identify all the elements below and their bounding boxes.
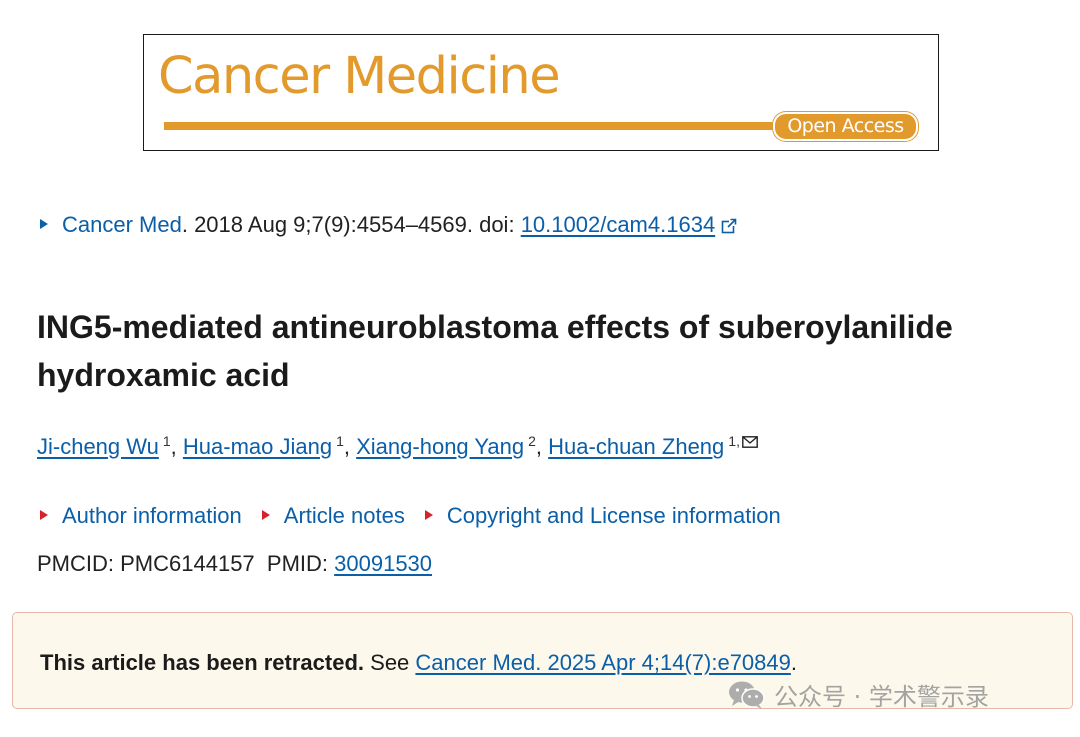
author-link[interactable]: Ji-cheng Wu	[37, 434, 159, 459]
wechat-icon	[728, 680, 766, 716]
citation-details: . 2018 Aug 9;7(9):4554–4569. doi:	[181, 212, 521, 237]
expand-triangle-icon	[261, 510, 270, 520]
open-access-badge: Open Access	[773, 112, 918, 141]
citation-toggle-icon[interactable]	[40, 219, 48, 229]
info-toggles: Author information Article notes Copyright…	[40, 503, 801, 529]
journal-link[interactable]: Cancer Med	[62, 212, 182, 237]
email-icon[interactable]	[742, 428, 758, 454]
logo-rule	[164, 122, 784, 130]
pmid-label: PMID:	[266, 551, 335, 576]
author-information-toggle[interactable]: Author information	[40, 503, 242, 529]
retraction-heading: This article has been retracted.	[40, 650, 365, 675]
article-notes-toggle[interactable]: Article notes	[261, 503, 405, 529]
external-link-icon[interactable]	[721, 214, 738, 240]
author-link[interactable]: Hua-chuan Zheng	[548, 434, 724, 459]
pmcid-label: PMCID:	[37, 551, 121, 576]
journal-banner[interactable]: Cancer Medicine Open Access	[143, 34, 939, 151]
doi-link[interactable]: 10.1002/cam4.1634	[521, 212, 716, 237]
pmid-link[interactable]: 30091530	[334, 551, 432, 576]
pmcid-value: PMC6144157	[120, 551, 255, 576]
watermark-text: 公众号 · 学术警示录	[774, 683, 989, 711]
citation-line: Cancer Med. 2018 Aug 9;7(9):4554–4569. d…	[40, 212, 738, 240]
article-ids: PMCID: PMC6144157 PMID: 30091530	[37, 551, 432, 577]
author-affiliation: 1	[162, 432, 171, 449]
author-affiliation: 1,	[728, 432, 740, 449]
author-link[interactable]: Xiang-hong Yang	[356, 434, 524, 459]
author-link[interactable]: Hua-mao Jiang	[183, 434, 332, 459]
retraction-text: This article has been retracted. See Can…	[40, 650, 798, 675]
journal-logo-title: Cancer Medicine	[158, 47, 561, 106]
retraction-link[interactable]: Cancer Med. 2025 Apr 4;14(7):e70849	[415, 650, 790, 675]
author-affiliation: 2	[528, 432, 536, 449]
author-list: Ji-cheng Wu 1, Hua-mao Jiang 1, Xiang-hong…	[37, 428, 758, 460]
expand-triangle-icon	[40, 510, 48, 520]
watermark: 公众号 · 学术警示录	[728, 677, 989, 716]
copyright-license-toggle[interactable]: Copyright and License information	[424, 503, 781, 529]
article-title: ING5-mediated antineuroblastoma effects …	[37, 309, 953, 393]
expand-triangle-icon	[424, 510, 433, 520]
author-affiliation: 1	[336, 432, 344, 449]
